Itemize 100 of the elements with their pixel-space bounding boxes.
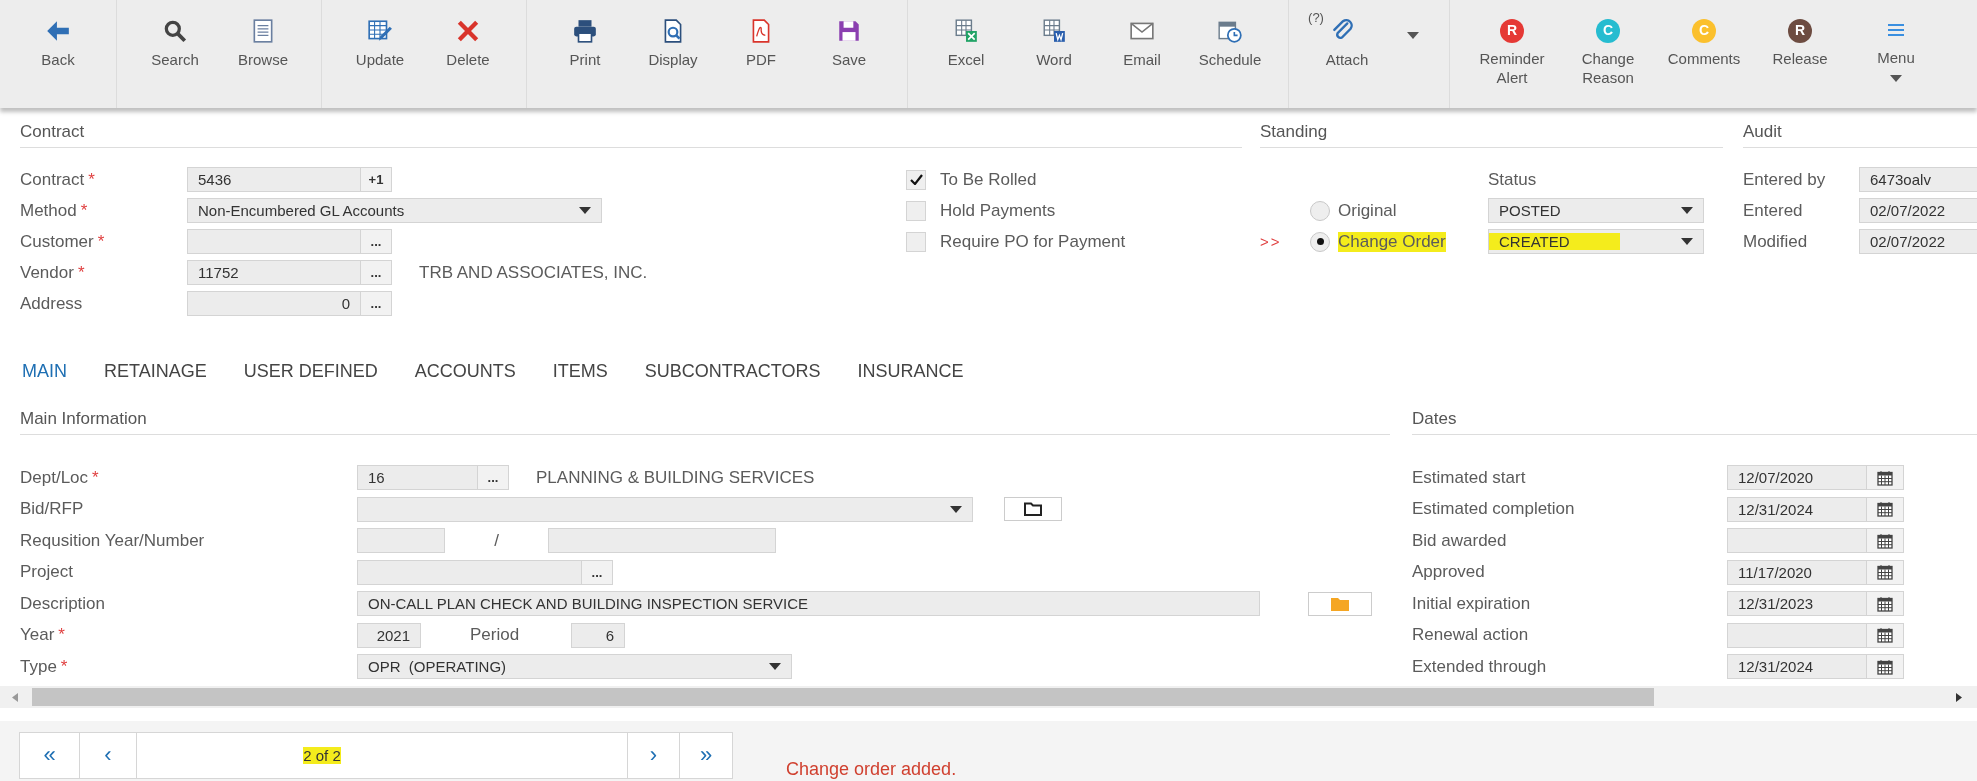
lookup-button[interactable]: ... <box>478 465 509 491</box>
calendar-button[interactable] <box>1867 559 1904 585</box>
caret-icon <box>950 505 962 513</box>
toolbar-button[interactable]: Delete <box>424 0 512 70</box>
toolbar-button[interactable]: Back <box>14 0 102 70</box>
status-message: Change order added. <box>786 758 957 780</box>
toolbar-button[interactable]: Save <box>805 0 893 70</box>
toolbar-button[interactable]: Search <box>131 0 219 70</box>
calendar-button[interactable] <box>1867 528 1904 554</box>
horizontal-scrollbar[interactable] <box>0 685 1977 708</box>
tab[interactable]: MAIN <box>22 360 67 382</box>
toolbar-button[interactable]: Print <box>541 0 629 70</box>
caret-icon <box>1890 74 1902 82</box>
text-field[interactable]: 02/07/2022 <box>1859 229 1977 254</box>
date-field[interactable]: 11/17/2020 <box>1727 559 1867 585</box>
toolbar-button[interactable]: Display <box>629 0 717 70</box>
lookup-button[interactable]: ... <box>361 260 392 285</box>
spreadsheet-icon <box>953 18 979 44</box>
toolbar-button[interactable]: (?) Attach <box>1303 0 1391 70</box>
toolbar-button[interactable]: R Release <box>1752 0 1848 69</box>
scroll-right-icon[interactable] <box>1956 692 1962 702</box>
field-label: Period <box>470 625 520 645</box>
text-field[interactable]: ON-CALL PLAN CHECK AND BUILDING INSPECTION SERVICE <box>357 591 1260 617</box>
radio-button[interactable] <box>1310 231 1330 252</box>
toolbar-button[interactable]: Excel <box>922 0 1010 70</box>
tab[interactable]: ITEMS <box>552 360 608 382</box>
lookup-button[interactable]: ... <box>361 229 392 254</box>
text-field[interactable]: 6473oalv <box>1859 167 1977 192</box>
toolbar-button[interactable]: Browse <box>219 0 307 70</box>
radio-label: Change Order <box>1338 231 1446 252</box>
calendar-button[interactable] <box>1867 496 1904 522</box>
date-field[interactable] <box>1727 622 1867 648</box>
tab[interactable]: USER DEFINED <box>243 360 378 382</box>
caret-icon <box>1681 207 1693 214</box>
dropdown[interactable] <box>357 496 973 522</box>
tab[interactable]: INSURANCE <box>857 360 964 382</box>
folder-button[interactable] <box>1004 497 1062 522</box>
text-field[interactable]: 2021 <box>357 622 421 648</box>
toolbar-button[interactable]: C Comments <box>1656 0 1752 69</box>
search-icon <box>162 18 188 44</box>
toolbar-button[interactable]: Email <box>1098 0 1186 70</box>
field-label: Status <box>1488 169 1537 190</box>
lookup-button[interactable]: ... <box>582 559 613 585</box>
text-field[interactable]: 0 <box>187 291 361 316</box>
scroll-left-icon[interactable] <box>12 692 18 702</box>
dropdown[interactable]: POSTED <box>1488 198 1704 223</box>
calendar-button[interactable] <box>1867 622 1904 648</box>
checkmark-icon <box>909 174 923 185</box>
date-field[interactable]: 12/31/2024 <box>1727 496 1867 522</box>
toolbar-button[interactable]: Schedule <box>1186 0 1274 70</box>
date-field[interactable] <box>1727 528 1867 554</box>
dropdown[interactable]: Non-Encumbered GL Accounts <box>187 198 602 223</box>
field-label: Entered by <box>1743 169 1826 189</box>
menu-button[interactable]: Menu <box>1848 0 1944 82</box>
toolbar-button[interactable]: PDF <box>717 0 805 70</box>
field-label: Contract <box>20 169 85 189</box>
calendar-icon <box>1877 501 1893 518</box>
calendar-button[interactable] <box>1867 591 1904 617</box>
tab[interactable]: ACCOUNTS <box>414 360 516 382</box>
checkbox[interactable] <box>906 169 926 190</box>
dropdown[interactable]: CREATED <box>1488 229 1704 254</box>
radio-button[interactable] <box>1310 200 1330 221</box>
toolbar-button[interactable]: Word <box>1010 0 1098 70</box>
date-field[interactable]: 12/07/2020 <box>1727 465 1867 491</box>
scrollbar-thumb[interactable] <box>32 687 1654 706</box>
required-mark: * <box>58 625 65 645</box>
toolbar-button[interactable]: Update <box>336 0 424 70</box>
text-field[interactable] <box>187 229 361 254</box>
date-field[interactable]: 12/31/2023 <box>1727 591 1867 617</box>
toolbar-button[interactable]: R Reminder Alert <box>1464 0 1560 88</box>
field-label: Estimated start <box>1412 467 1526 487</box>
text-field[interactable]: 6 <box>571 622 625 648</box>
text-field[interactable] <box>357 528 445 554</box>
text-field[interactable]: 16 <box>357 465 478 491</box>
text-field[interactable]: 5436 <box>187 167 361 192</box>
date-field[interactable]: 12/31/2024 <box>1727 654 1867 680</box>
field-label: Description <box>20 593 106 613</box>
text-field[interactable] <box>357 559 582 585</box>
radio-label: Original <box>1338 200 1397 221</box>
dropdown[interactable]: OPR (OPERATING) <box>357 654 792 680</box>
letter-badge: R <box>1500 19 1524 43</box>
checkbox[interactable] <box>906 200 926 221</box>
text-field[interactable] <box>548 528 776 554</box>
toolbar-button[interactable]: C Change Reason <box>1560 0 1656 88</box>
lookup-button[interactable]: +1 <box>361 167 392 192</box>
field-label: Approved <box>1412 562 1485 582</box>
letter-badge: C <box>1692 19 1716 43</box>
calendar-button[interactable] <box>1867 654 1904 680</box>
document-grid-icon <box>1041 18 1067 44</box>
folder-icon <box>1331 596 1349 611</box>
tab[interactable]: SUBCONTRACTORS <box>644 360 821 382</box>
calendar-icon <box>1877 469 1893 486</box>
calendar-button[interactable] <box>1867 465 1904 491</box>
tab[interactable]: RETAINAGE <box>104 360 207 382</box>
field-label: Requsition Year/Number <box>20 530 205 550</box>
checkbox[interactable] <box>906 231 926 252</box>
text-field[interactable]: 11752 <box>187 260 361 285</box>
lookup-button[interactable]: ... <box>361 291 392 316</box>
text-field[interactable]: 02/07/2022 <box>1859 198 1977 223</box>
field-label: Renewal action <box>1412 625 1529 645</box>
